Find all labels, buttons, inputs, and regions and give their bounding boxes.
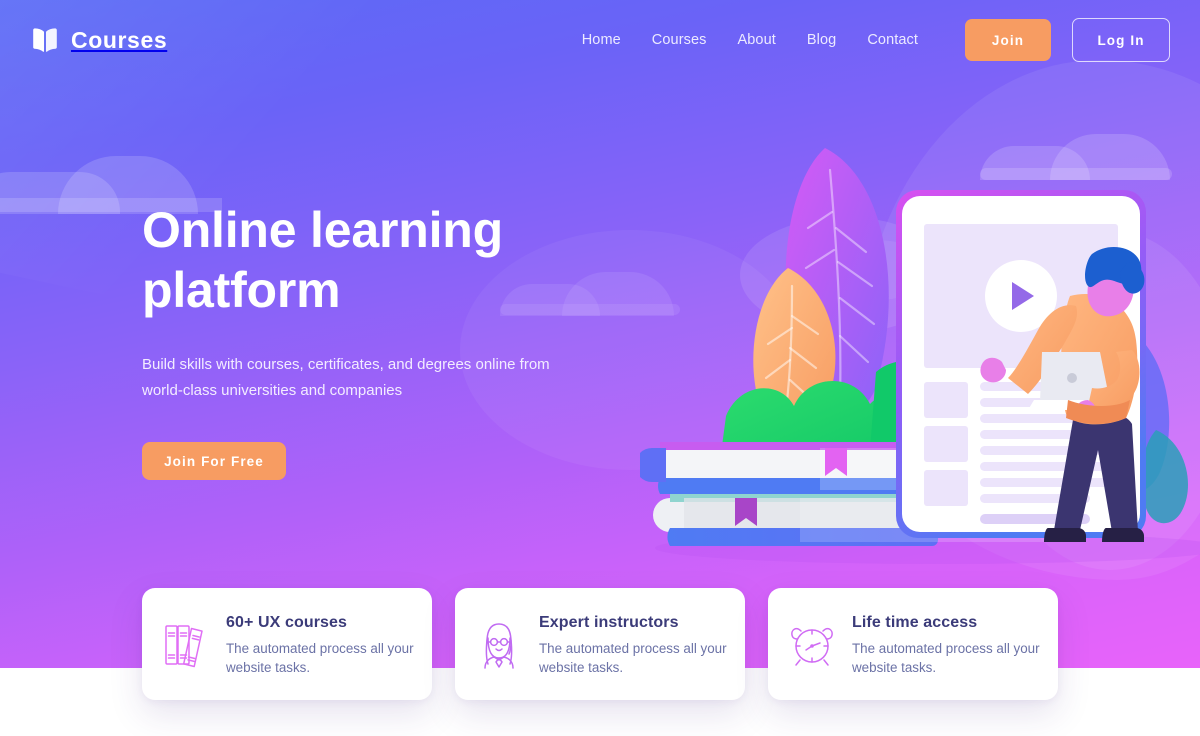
join-for-free-button[interactable]: Join For Free	[142, 442, 286, 480]
feature-card-courses[interactable]: 60+ UX courses The automated process all…	[142, 588, 432, 700]
nav-item-blog[interactable]: Blog	[807, 32, 836, 48]
brand-name: Courses	[71, 26, 168, 53]
feature-card-description: The automated process all your website t…	[852, 640, 1040, 675]
feature-card-text: Life time access The automated process a…	[852, 612, 1040, 677]
feature-cards: 60+ UX courses The automated process all…	[142, 588, 1058, 700]
login-button[interactable]: Log In	[1072, 18, 1170, 62]
join-button[interactable]: Join	[965, 19, 1051, 61]
books-icon	[162, 618, 210, 670]
feature-card-description: The automated process all your website t…	[539, 640, 727, 675]
hero-subtitle: Build skills with courses, certificates,…	[142, 356, 550, 399]
site-header: Courses Home Courses About Blog Contact …	[0, 0, 1200, 80]
feature-card-lifetime[interactable]: Life time access The automated process a…	[768, 588, 1058, 700]
nav-item-home[interactable]: Home	[582, 32, 621, 48]
nav-item-contact[interactable]: Contact	[867, 32, 918, 48]
hero-title: Online learning platform	[142, 202, 503, 318]
hero-content: Online learning platform Build skills wi…	[142, 200, 662, 480]
alarm-clock-icon	[788, 618, 836, 670]
feature-card-title: 60+ UX courses	[226, 613, 348, 631]
feature-card-text: 60+ UX courses The automated process all…	[226, 612, 414, 677]
nav-item-courses[interactable]: Courses	[652, 32, 707, 48]
nav-item-about[interactable]: About	[738, 32, 776, 48]
brand-logo[interactable]: Courses	[30, 27, 167, 54]
feature-card-title: Life time access	[852, 613, 978, 631]
open-book-icon	[30, 27, 60, 53]
hero-illustration	[640, 100, 1200, 570]
feature-card-instructors[interactable]: Expert instructors The automated process…	[455, 588, 745, 700]
instructor-icon	[475, 618, 523, 670]
feature-card-text: Expert instructors The automated process…	[539, 612, 727, 677]
main-navigation: Home Courses About Blog Contact	[582, 32, 918, 48]
feature-card-title: Expert instructors	[539, 613, 679, 631]
feature-card-description: The automated process all your website t…	[226, 640, 414, 675]
landing-page: Courses Home Courses About Blog Contact …	[0, 0, 1200, 736]
cloud-decoration-left	[0, 148, 230, 214]
header-actions: Join Log In	[965, 18, 1170, 62]
